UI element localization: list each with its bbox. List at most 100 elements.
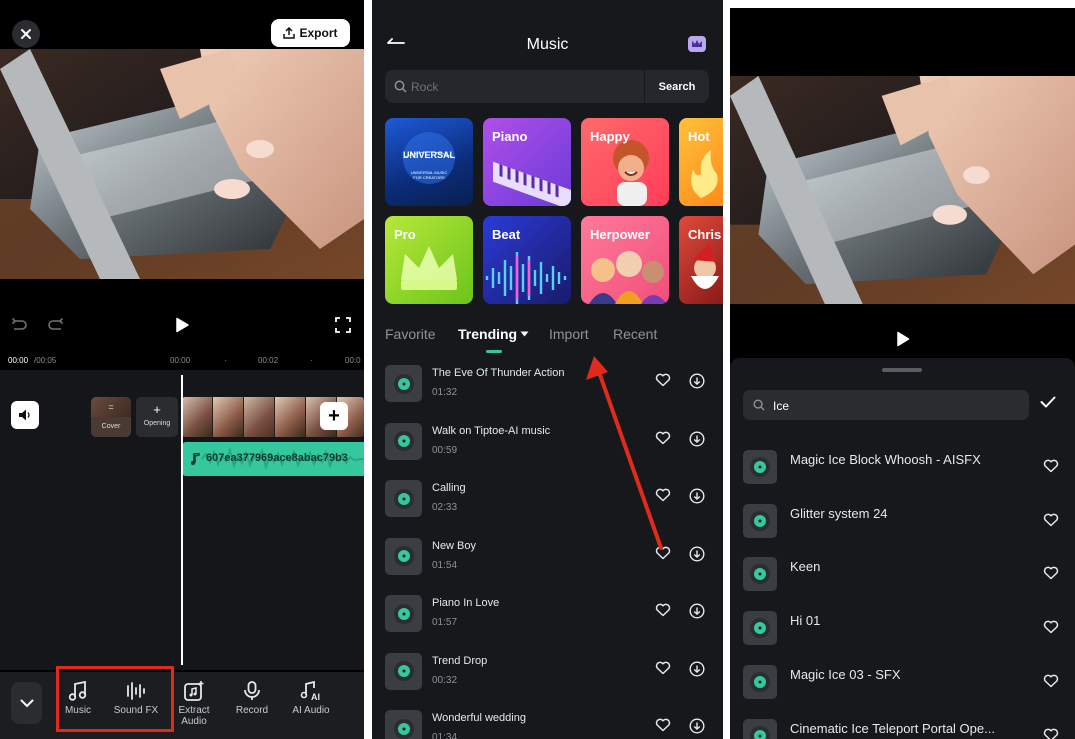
category-label: Herpower — [590, 227, 650, 242]
sound-search[interactable]: Ice — [743, 390, 1029, 420]
sound-name: Keen — [790, 559, 821, 575]
close-button[interactable] — [12, 20, 40, 48]
sound-fx-row[interactable]: Magic Ice Block Whoosh - AISFX — [730, 442, 1075, 496]
sound-fx-row[interactable]: Magic Ice 03 - SFX — [730, 657, 1075, 711]
track-thumbnail — [385, 595, 422, 632]
music-tabs: Favorite Trending Import Recent — [372, 320, 723, 356]
cover-button[interactable]: = Cover — [91, 397, 131, 437]
heart-icon — [1043, 459, 1059, 473]
tool-extract-audio[interactable]: Extract Audio — [172, 680, 216, 727]
favorite-button[interactable] — [1043, 674, 1059, 693]
audio-clip[interactable]: 607ea377969ace8abac79b3 — [182, 442, 364, 476]
category-hot[interactable]: Hot — [679, 118, 723, 206]
opening-label: Opening — [143, 420, 171, 427]
track-row[interactable]: The Eve Of Thunder Action 01:32 — [372, 359, 723, 416]
category-happy[interactable]: Happy — [581, 118, 669, 206]
cover-label: Cover — [101, 423, 121, 430]
track-thumbnail — [385, 537, 422, 575]
highlight-box — [56, 666, 174, 732]
search-input[interactable]: Ice — [773, 399, 789, 413]
sound-fx-row[interactable]: Glitter system 24 — [730, 496, 1075, 550]
opening-button[interactable]: + Opening — [136, 397, 178, 437]
track-thumbnail — [385, 365, 422, 402]
download-button[interactable] — [689, 603, 705, 624]
track-row[interactable]: Walk on Tiptoe-AI music 00:59 — [372, 417, 723, 474]
category-label: Happy — [590, 129, 630, 144]
tool-ai-audio[interactable]: AI AI Audio — [286, 680, 336, 716]
category-universal[interactable]: UNIVERSAL UNIVERSAL MUSIC FOR CREATORS — [385, 118, 473, 206]
category-herpower[interactable]: Herpower — [581, 216, 669, 304]
category-pro[interactable]: Pro — [385, 216, 473, 304]
sound-fx-row[interactable]: Keen — [730, 549, 1075, 603]
play-icon[interactable] — [896, 331, 910, 347]
tab-import[interactable]: Import — [549, 326, 589, 342]
video-preview[interactable] — [0, 49, 364, 279]
tab-trending[interactable]: Trending — [458, 326, 529, 342]
bottom-toolbar: Music Sound FX Extract Audio Record AI A… — [0, 672, 364, 739]
play-icon[interactable] — [174, 317, 190, 333]
favorite-button[interactable] — [1043, 620, 1059, 639]
favorite-button[interactable] — [655, 661, 671, 680]
redo-icon[interactable] — [48, 318, 64, 332]
playhead[interactable] — [181, 375, 183, 665]
fullscreen-icon[interactable] — [335, 317, 351, 333]
track-name: Trend Drop — [432, 654, 488, 667]
category-beat[interactable]: Beat — [483, 216, 571, 304]
sheet-drag-handle[interactable] — [882, 368, 922, 372]
favorite-button[interactable] — [1043, 513, 1059, 532]
sound-fx-row[interactable]: Hi 01 — [730, 603, 1075, 657]
search-button[interactable]: Search — [644, 70, 709, 103]
favorite-button[interactable] — [655, 431, 671, 450]
favorite-button[interactable] — [655, 488, 671, 507]
category-piano[interactable]: Piano — [483, 118, 571, 206]
add-clip-button[interactable]: + — [320, 402, 348, 430]
sound-name: Glitter system 24 — [790, 505, 888, 521]
track-thumbnail — [385, 480, 422, 517]
track-name: Piano In Love — [432, 597, 500, 609]
collapse-button[interactable] — [11, 682, 42, 724]
track-duration: 01:57 — [432, 617, 458, 628]
favorite-button[interactable] — [655, 718, 671, 737]
tab-recent[interactable]: Recent — [613, 326, 657, 342]
download-button[interactable] — [689, 373, 705, 394]
favorite-button[interactable] — [655, 603, 671, 622]
favorite-button[interactable] — [655, 373, 671, 392]
premium-button[interactable] — [688, 36, 706, 52]
track-row[interactable]: Trend Drop 00:32 — [372, 647, 723, 704]
heart-icon — [1043, 513, 1059, 526]
upload-icon — [283, 27, 296, 39]
export-label: Export — [299, 26, 338, 40]
download-button[interactable] — [689, 718, 705, 739]
search-input[interactable] — [411, 70, 631, 103]
category-christmas[interactable]: Chris — [679, 216, 723, 304]
track-row[interactable]: New Boy 01:54 — [372, 532, 723, 589]
mute-original-button[interactable] — [11, 401, 39, 429]
favorite-button[interactable] — [655, 546, 671, 565]
check-icon[interactable] — [1040, 396, 1056, 408]
download-button[interactable] — [689, 430, 705, 452]
favorite-button[interactable] — [1043, 459, 1059, 478]
track-row[interactable]: Wonderful wedding 01:34 — [372, 704, 723, 739]
favorite-button[interactable] — [1043, 728, 1059, 739]
extract-audio-icon — [184, 681, 204, 701]
download-button[interactable] — [689, 488, 705, 509]
video-preview[interactable] — [730, 76, 1075, 304]
heart-icon — [655, 661, 671, 674]
close-icon — [21, 29, 31, 39]
undo-icon[interactable] — [11, 318, 27, 332]
vinyl-disc-icon — [393, 603, 414, 624]
music-screen: Music Search UNIVERSAL UNIVERSAL MUSIC F… — [372, 0, 723, 739]
track-row[interactable]: Calling 02:33 — [372, 474, 723, 531]
track-row[interactable]: Piano In Love 01:57 — [372, 589, 723, 646]
export-button[interactable]: Export — [271, 19, 350, 47]
sound-fx-row[interactable]: Cinematic Ice Teleport Portal Ope... — [730, 711, 1075, 739]
tab-favorite[interactable]: Favorite — [385, 326, 436, 342]
track-duration: 01:34 — [432, 732, 458, 739]
download-button[interactable] — [689, 660, 705, 682]
download-button[interactable] — [689, 545, 705, 567]
search-icon — [753, 399, 765, 411]
tool-record[interactable]: Record — [230, 680, 274, 716]
download-icon — [689, 545, 705, 562]
favorite-button[interactable] — [1043, 566, 1059, 585]
sound-name: Cinematic Ice Teleport Portal Ope... — [790, 720, 995, 736]
